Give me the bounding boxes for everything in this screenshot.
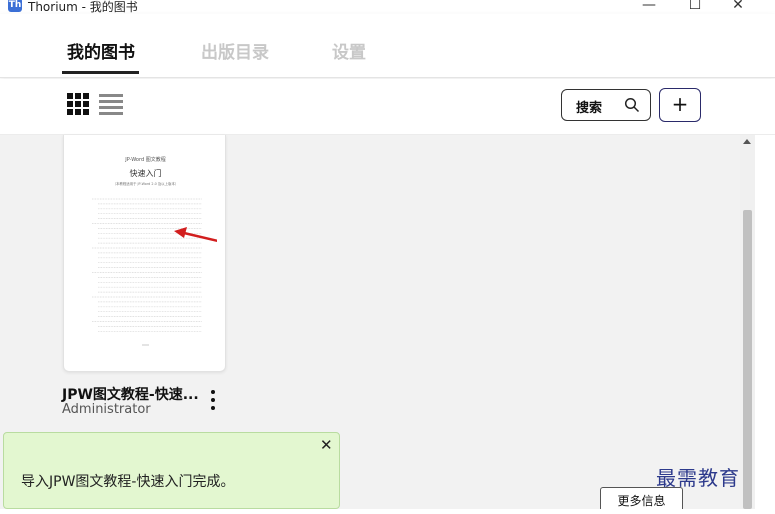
close-window-button[interactable]: ✕ [723,0,753,14]
thorium-app-icon: Th [8,0,22,12]
book-title[interactable]: JPW图文教程-快速... [62,384,199,404]
active-tab-indicator [62,71,139,74]
scroll-up-icon[interactable] [743,139,751,144]
tab-catalog[interactable]: 出版目录 [201,38,269,63]
preview-subtitle: （本教程适用于 JP-Word 2.0 及以上版本） [113,181,178,186]
vertical-scrollbar[interactable] [740,135,755,509]
book-author: Administrator [62,402,151,417]
preview-header: JP-Word 图文教程 [124,156,165,163]
search-label: 搜索 [576,101,603,116]
tab-settings[interactable]: 设置 [332,38,366,63]
maximize-button[interactable]: ☐ [680,0,710,14]
grid-view-icon[interactable] [67,93,89,115]
window-title: Thorium - 我的图书 [28,0,138,14]
toast-message: 导入JPW图文教程-快速入门完成。 [21,474,235,490]
search-icon [624,97,640,113]
book-cover-preview[interactable]: JP-Word 图文教程 快速入门 （本教程适用于 JP-Word 2.0 及以… [74,147,217,362]
list-view-icon[interactable] [99,93,123,115]
toast-close-button[interactable]: ✕ [320,436,333,454]
add-book-button[interactable]: + [659,88,701,122]
more-vertical-icon[interactable] [208,388,218,412]
book-card[interactable]: JP-Word 图文教程 快速入门 （本教程适用于 JP-Word 2.0 及以… [63,135,226,372]
title-bar: Th Thorium - 我的图书 — ☐ ✕ [0,0,775,14]
tab-my-books[interactable]: 我的图书 [67,38,135,63]
import-notification: ✕ 导入JPW图文教程-快速入门完成。 [3,432,340,509]
main-header: 我的图书 出版目录 设置 [0,14,775,78]
scroll-thumb[interactable] [743,210,752,509]
watermark-logo: 最需教育 [656,466,740,490]
minimize-button[interactable]: — [634,0,664,14]
library-toolbar: 搜索 + [0,79,775,135]
search-button[interactable]: 搜索 [561,89,651,121]
preview-title: 快速入门 [130,168,162,178]
